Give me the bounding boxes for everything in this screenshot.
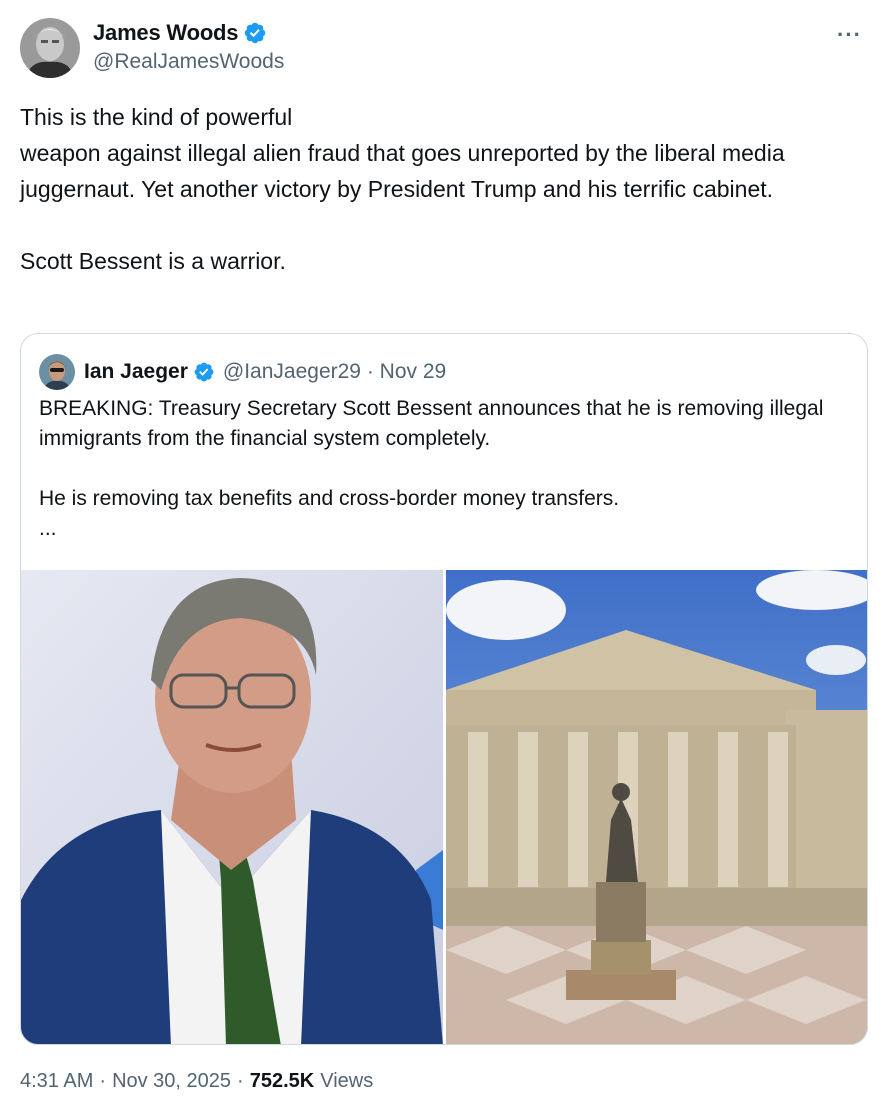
verified-badge-icon (245, 22, 266, 44)
more-horizontal-icon[interactable]: ··· (837, 24, 862, 46)
meta-separator: · (237, 1070, 244, 1092)
tweet-header: James Woods @RealJamesWoods ··· (20, 18, 870, 80)
views-label: Views (320, 1070, 374, 1092)
tweet-time[interactable]: 4:31 AM (20, 1070, 93, 1093)
quoted-author-avatar[interactable] (39, 354, 75, 390)
media-image-building[interactable] (445, 570, 867, 1044)
author-display-name[interactable]: James Woods (93, 20, 239, 46)
views-count[interactable]: 752.5K (250, 1070, 315, 1093)
quoted-tweet-media (21, 570, 867, 1044)
media-image-portrait[interactable] (21, 570, 443, 1044)
tweet-date[interactable]: Nov 30, 2025 (112, 1070, 231, 1093)
tweet-meta: 4:31 AM · Nov 30, 2025 · 752.5K Views (20, 1070, 373, 1093)
quoted-author-handle-date[interactable]: @IanJaeger29 · Nov 29 (223, 360, 446, 384)
verified-badge-icon (194, 362, 214, 382)
author-handle[interactable]: @RealJamesWoods (93, 50, 284, 74)
meta-separator: · (99, 1070, 107, 1092)
author-avatar[interactable] (20, 18, 80, 78)
quoted-tweet[interactable]: Ian Jaeger @IanJaeger29 · Nov 29 BREAKIN… (20, 333, 868, 1045)
quoted-tweet-text: BREAKING: Treasury Secretary Scott Besse… (39, 397, 824, 540)
tweet-text: This is the kind of powerful weapon agai… (20, 104, 785, 274)
quoted-author-display-name[interactable]: Ian Jaeger (84, 360, 188, 384)
quoted-tweet-header: Ian Jaeger @IanJaeger29 · Nov 29 (39, 354, 446, 390)
